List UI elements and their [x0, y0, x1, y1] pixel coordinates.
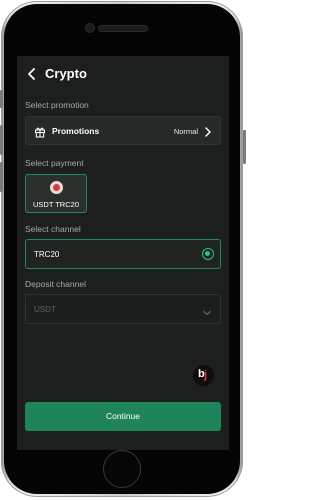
deposit-channel-section-label: Deposit channel: [25, 279, 86, 289]
phone-side-button: [0, 90, 3, 108]
phone-speaker: [99, 26, 147, 31]
promotion-label: Promotions: [52, 126, 100, 136]
phone-camera: [86, 24, 94, 32]
phone-volume-down-button: [0, 162, 3, 192]
brand-logo-icon: bj: [193, 365, 214, 386]
gift-icon: [34, 125, 46, 138]
deposit-channel-select[interactable]: USDT: [25, 294, 221, 324]
phone-power-button: [243, 130, 246, 164]
chevron-right-icon: [203, 125, 213, 137]
payment-option-usdt-trc20[interactable]: USDT TRC20: [25, 174, 87, 213]
channel-option-label: TRC20: [34, 250, 60, 259]
page-title: Crypto: [45, 66, 87, 81]
deposit-channel-value: USDT: [34, 305, 56, 314]
promotion-value: Normal: [173, 126, 198, 136]
phone-volume-up-button: [0, 125, 3, 155]
channel-section-label: Select channel: [25, 224, 81, 234]
payment-option-label: USDT TRC20: [33, 200, 79, 209]
usdt-trc20-icon: [50, 181, 63, 194]
phone-home-button[interactable]: [103, 450, 141, 488]
payment-section-label: Select payment: [25, 158, 84, 168]
chevron-down-icon: [202, 305, 212, 316]
back-arrow-icon[interactable]: [25, 67, 39, 81]
continue-button[interactable]: Continue: [25, 402, 221, 431]
app-screen: Crypto Select promotion Promotions Norma…: [17, 56, 229, 450]
channel-option-trc20[interactable]: TRC20: [25, 239, 221, 269]
radio-selected-icon[interactable]: [202, 248, 214, 260]
promotion-section-label: Select promotion: [25, 100, 89, 110]
promotion-selector[interactable]: Promotions Normal: [25, 116, 221, 145]
